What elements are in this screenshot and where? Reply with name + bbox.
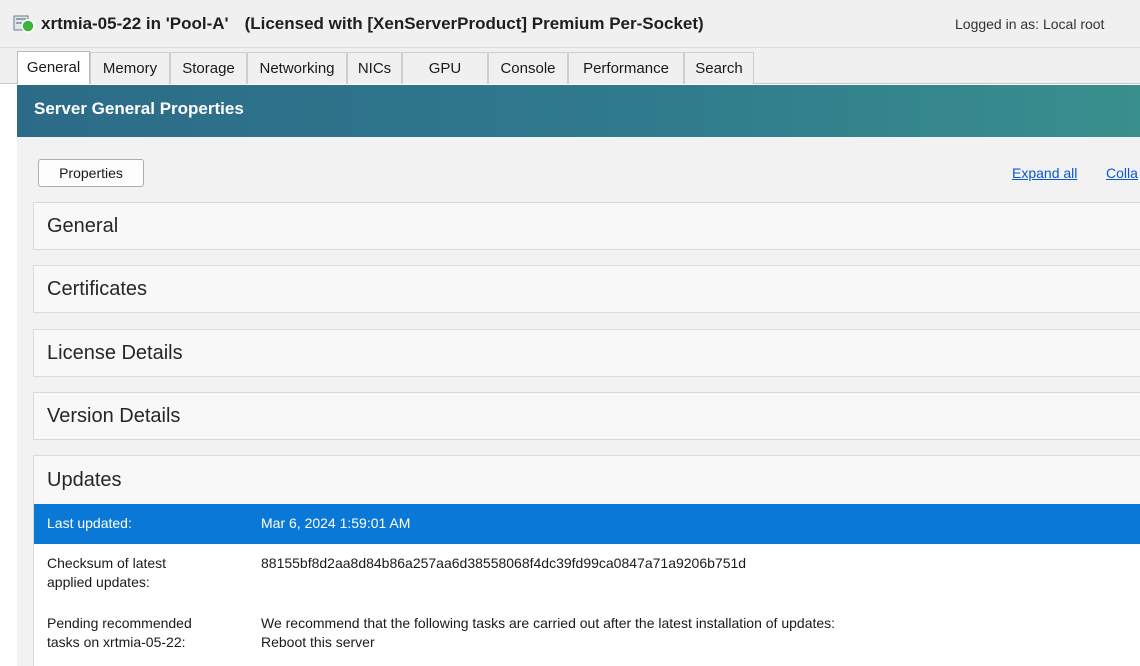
property-row-checksum[interactable]: Checksum of latest applied updates: 88155… xyxy=(34,544,1140,602)
section-updates: Updates Last updated: Mar 6, 2024 1:59:0… xyxy=(33,455,1140,666)
section-license-details[interactable]: License Details xyxy=(33,329,1140,377)
label-line: Checksum of latest xyxy=(47,555,167,571)
logged-in-label: Logged in as: Local root xyxy=(955,16,1105,32)
label-line: tasks on xrtmia-05-22: xyxy=(47,634,186,650)
license-text: (Licensed with [XenServerProduct] Premiu… xyxy=(244,14,704,33)
window-title: xrtmia-05-22 in 'Pool-A' (Licensed with [… xyxy=(41,14,704,34)
property-label: Checksum of latest applied updates: xyxy=(47,554,166,592)
tab-performance[interactable]: Performance xyxy=(568,52,684,84)
section-label: Version Details xyxy=(47,405,181,427)
label-line: Pending recommended xyxy=(47,615,192,631)
property-value: We recommend that the following tasks ar… xyxy=(261,614,835,652)
property-value: Mar 6, 2024 1:59:01 AM xyxy=(261,515,411,531)
server-icon xyxy=(13,15,35,33)
section-label: License Details xyxy=(47,342,183,364)
tab-general[interactable]: General xyxy=(17,51,90,84)
property-row-last-updated[interactable]: Last updated: Mar 6, 2024 1:59:01 AM xyxy=(34,504,1140,544)
section-label: General xyxy=(47,215,119,237)
value-line: We recommend that the following tasks ar… xyxy=(261,615,836,631)
property-value: 88155bf8d2aa8d84b86a257aa6d38558068f4dc3… xyxy=(261,555,747,571)
server-name: xrtmia-05-22 in 'Pool-A' xyxy=(41,14,229,33)
tab-bar: General Memory Storage Networking NICs G… xyxy=(0,48,1140,84)
value-line: Reboot this server xyxy=(261,634,375,650)
properties-button[interactable]: Properties xyxy=(38,159,144,187)
page-title: Server General Properties xyxy=(34,99,244,118)
property-row-pending-tasks[interactable]: Pending recommended tasks on xrtmia-05-22… xyxy=(34,602,1140,666)
header-band: Server General Properties xyxy=(17,85,1140,137)
title-bar: xrtmia-05-22 in 'Pool-A' (Licensed with [… xyxy=(0,0,1140,48)
tab-search[interactable]: Search xyxy=(684,52,754,84)
property-label: Pending recommended tasks on xrtmia-05-22… xyxy=(47,614,192,652)
tab-storage[interactable]: Storage xyxy=(170,52,247,84)
label-line: applied updates: xyxy=(47,574,150,590)
tab-gpu[interactable]: GPU xyxy=(402,52,488,84)
tab-console[interactable]: Console xyxy=(488,52,568,84)
tab-nics[interactable]: NICs xyxy=(347,52,402,84)
expand-all-link[interactable]: Expand all xyxy=(1012,165,1077,181)
section-label: Certificates xyxy=(47,278,148,300)
section-certificates[interactable]: Certificates xyxy=(33,265,1140,313)
tab-memory[interactable]: Memory xyxy=(90,52,170,84)
section-label: Updates xyxy=(47,469,122,491)
collapse-all-link[interactable]: Colla xyxy=(1106,165,1138,181)
updates-header[interactable]: Updates xyxy=(34,456,1140,504)
property-label: Last updated: xyxy=(47,515,132,531)
section-general[interactable]: General xyxy=(33,202,1140,250)
section-version-details[interactable]: Version Details xyxy=(33,392,1140,440)
tab-networking[interactable]: Networking xyxy=(247,52,347,84)
